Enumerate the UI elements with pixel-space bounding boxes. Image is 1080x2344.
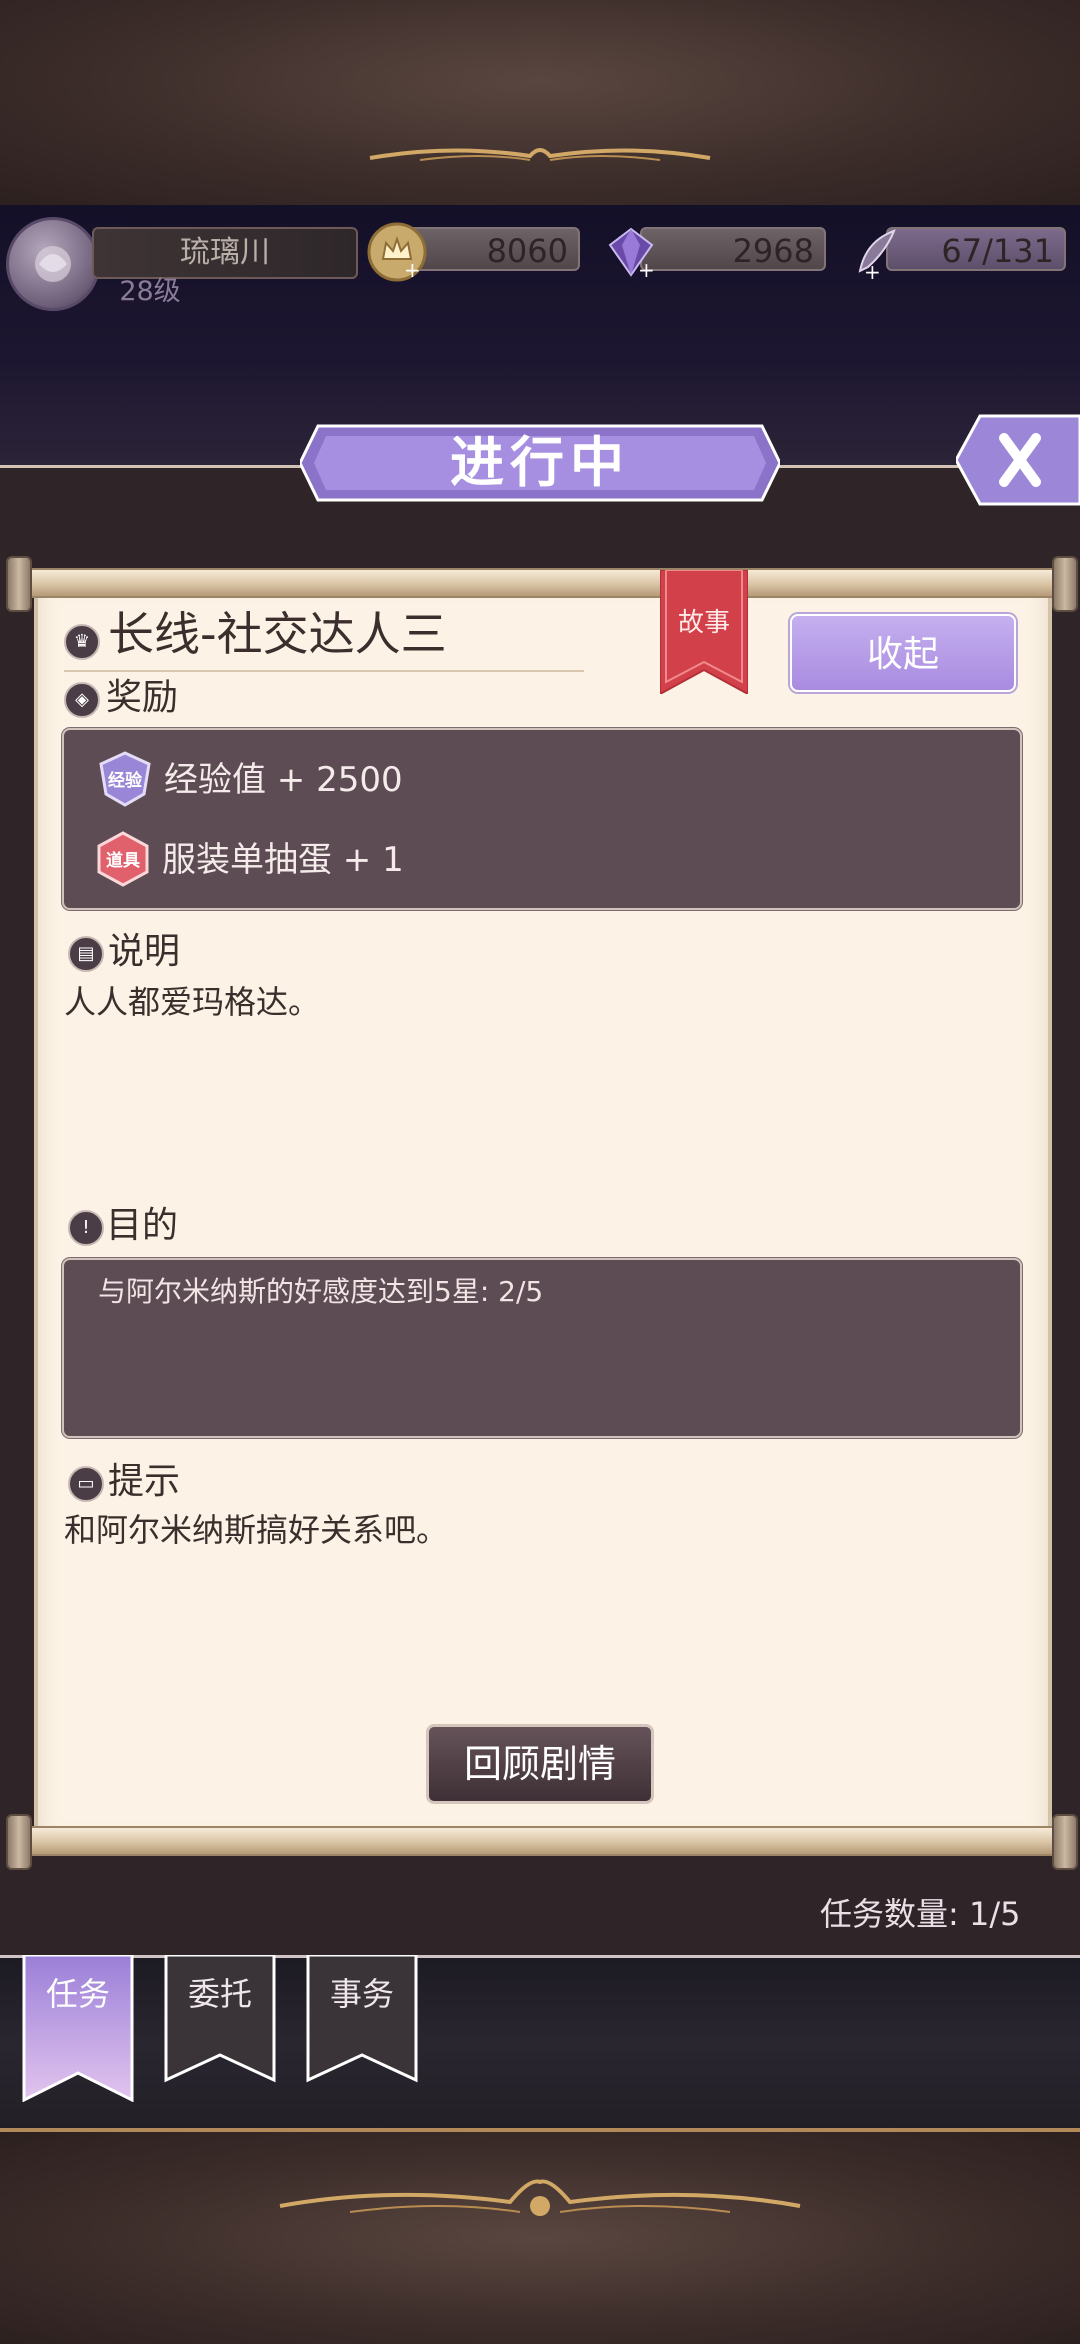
task-title: 长线-社交达人三 — [108, 607, 447, 661]
hint-text: 和阿尔米纳斯搞好关系吧。 — [64, 1511, 449, 1549]
bottom-ornament-frame — [0, 2128, 1080, 2344]
hint-label: 提示 — [108, 1461, 181, 1502]
feather-icon: + — [858, 229, 896, 283]
rewards-label: 奖励 — [106, 677, 179, 718]
reward-icon: ◈ — [64, 682, 100, 718]
svg-text:经验: 经验 — [108, 770, 143, 791]
stamina-value: 67/131 — [886, 227, 1066, 271]
gem-value: 2968 — [640, 227, 826, 271]
tab-bar — [0, 1955, 1080, 2128]
task-count: 任务数量: 1/5 — [820, 1895, 1021, 1933]
reward-item: 服装单抽蛋 + 1 — [162, 840, 404, 880]
close-button[interactable] — [956, 414, 1080, 506]
book-icon: ▤ — [68, 936, 104, 972]
svg-text:道具: 道具 — [106, 850, 140, 871]
crown-icon: ♛ — [64, 624, 100, 660]
player-avatar[interactable] — [6, 217, 100, 311]
player-level: 28级 — [119, 276, 181, 307]
description-text: 人人都爱玛格达。 — [64, 983, 321, 1021]
gem-counter[interactable]: 2968 + — [600, 227, 826, 282]
svg-text:+: + — [638, 258, 655, 282]
scroll-cap — [1052, 556, 1078, 612]
gold-value: 8060 — [406, 227, 580, 271]
exp-badge-icon: 经验 — [99, 751, 151, 807]
scroll-rod-bottom — [10, 1826, 1074, 1856]
stamina-counter[interactable]: 67/131 + — [846, 227, 1066, 283]
svg-text:+: + — [404, 258, 421, 282]
exclamation-icon: ! — [68, 1210, 104, 1246]
review-story-button[interactable]: 回顾剧情 — [426, 1724, 654, 1804]
title-divider — [64, 670, 584, 672]
goal-text: 与阿尔米纳斯的好感度达到5星: 2/5 — [98, 1275, 544, 1308]
scroll-cap — [1052, 1814, 1078, 1870]
scroll-cap — [6, 556, 32, 612]
crown-coin-icon: + — [367, 222, 427, 282]
resource-hud: 琉璃川 28级 8060 + 2968 + 67/131 + — [0, 205, 1080, 315]
top-ornament-frame — [0, 0, 1080, 209]
scroll-rod-top — [10, 568, 1074, 598]
item-badge-icon: 道具 — [97, 831, 149, 887]
bottom-flourish-icon — [279, 2179, 801, 2216]
gem-icon: + — [608, 227, 655, 282]
description-label: 说明 — [108, 931, 181, 972]
rose-icon — [35, 246, 71, 282]
task-type-tag: 故事 — [677, 608, 730, 638]
svg-text:+: + — [864, 260, 881, 283]
top-flourish-icon — [369, 148, 711, 161]
player-name: 琉璃川 — [92, 227, 358, 279]
collapse-button[interactable]: 收起 — [790, 614, 1016, 692]
scroll-cap — [6, 1814, 32, 1870]
tab-quests-label[interactable]: 任务 — [22, 1972, 134, 2016]
tab-affairs-label[interactable]: 事务 — [306, 1972, 418, 2016]
goal-label: 目的 — [106, 1205, 179, 1246]
reward-exp: 经验值 + 2500 — [164, 760, 403, 800]
status-title: 进行中 — [450, 431, 630, 494]
note-icon: ▭ — [68, 1466, 104, 1502]
gold-counter[interactable]: 8060 + — [366, 222, 580, 282]
tab-commissions-label[interactable]: 委托 — [164, 1972, 276, 2016]
